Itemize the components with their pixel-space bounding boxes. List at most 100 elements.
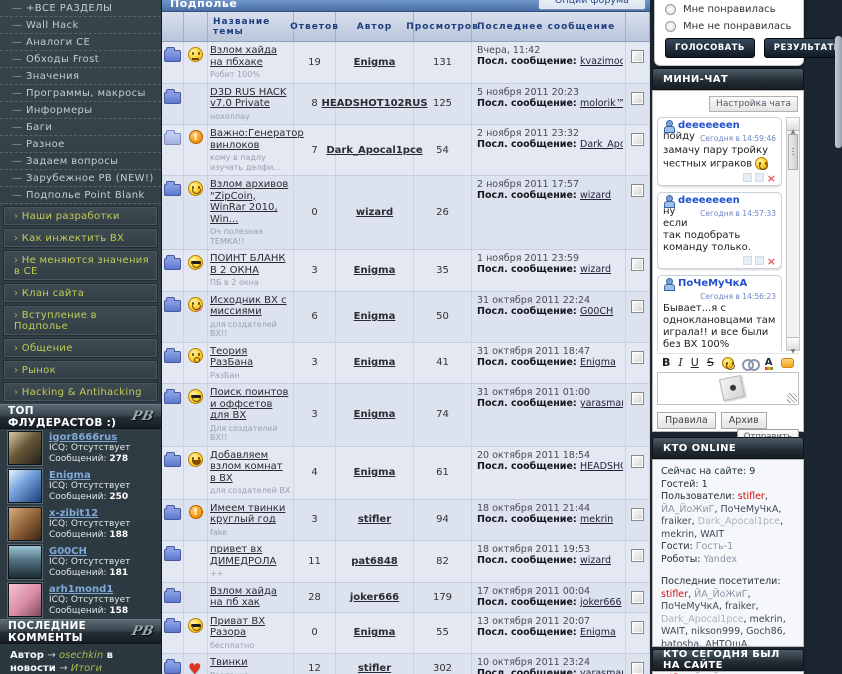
topic-checkbox[interactable] (631, 620, 644, 634)
author-link[interactable]: joker666 (350, 592, 399, 603)
online-user-link[interactable]: Goch86 (746, 626, 783, 637)
topic-link[interactable]: Теория РазБана (210, 346, 291, 369)
sidebar-section-item[interactable]: Разное (0, 136, 161, 153)
chat-username-link[interactable]: deeeeeeen (678, 120, 740, 131)
online-user-link[interactable]: ПоЧеМуЧкА (721, 504, 779, 515)
flooder-name-link[interactable]: Enigma (49, 470, 130, 481)
forum-options-button[interactable]: Опции форума (537, 0, 646, 10)
online-user-link[interactable]: stifler (661, 589, 688, 600)
avatar[interactable] (8, 545, 42, 579)
chat-username-link[interactable]: ПоЧеМуЧкА (678, 278, 747, 289)
author-link[interactable]: Enigma (354, 467, 396, 478)
quote-icon[interactable] (742, 255, 752, 265)
author-link[interactable]: Enigma (354, 409, 396, 420)
topic-checkbox[interactable] (631, 91, 644, 105)
online-user-link[interactable]: fraiker (725, 601, 756, 612)
sidebar-section-item[interactable]: Аналоги CE (0, 34, 161, 51)
smiley-picker-icon[interactable] (721, 356, 735, 370)
sidebar-section-item[interactable]: Задаем вопросы (0, 153, 161, 170)
topic-link[interactable]: ПОИНТ БЛАНК В 2 ОКНА (210, 253, 291, 276)
online-user-link[interactable]: Dark_Apocal1pce (698, 516, 780, 527)
last-post-user-link[interactable]: yarasman (580, 398, 623, 409)
topic-link[interactable]: Поиск поинтов и оффсетов для ВХ (210, 387, 291, 422)
delete-icon[interactable]: × (767, 172, 776, 185)
insert-link-icon[interactable] (741, 358, 760, 371)
last-post-user-link[interactable]: wizard (580, 264, 611, 275)
flooder-name-link[interactable]: x-zibit12 (49, 508, 130, 519)
online-user-link[interactable]: Dark_Apocal1pce (661, 614, 743, 625)
chat-input[interactable] (657, 372, 799, 405)
radio-button[interactable] (665, 21, 676, 32)
author-link[interactable]: stifler (358, 663, 391, 674)
author-link[interactable]: HEADSHOT102RUS (321, 98, 427, 109)
edit-icon[interactable] (754, 172, 764, 182)
topic-link[interactable]: Добавляем взлом комнат в ВХ (210, 450, 291, 485)
topic-checkbox[interactable] (631, 258, 644, 271)
chat-rules-button[interactable]: Правила (657, 412, 716, 429)
author-link[interactable]: Enigma (354, 627, 396, 638)
avatar[interactable] (8, 431, 42, 465)
topic-checkbox[interactable] (631, 590, 644, 604)
sidebar-forum-link[interactable]: Клан сайта (3, 283, 158, 303)
underline-button[interactable]: U (691, 356, 699, 370)
chat-settings-button[interactable]: Настройка чата (709, 96, 798, 112)
author-link[interactable]: Enigma (354, 357, 396, 368)
online-user-link[interactable]: mekrin (661, 529, 694, 540)
resize-handle[interactable] (787, 393, 797, 403)
last-post-user-link[interactable]: wizard (580, 190, 611, 201)
vote-button[interactable]: ГОЛОСОВАТЬ (665, 38, 755, 58)
author-link[interactable]: Enigma (354, 265, 396, 276)
sidebar-section-item[interactable]: Зарубежное PB (NEW!) (0, 170, 161, 187)
avatar[interactable] (8, 583, 42, 617)
edit-icon[interactable] (754, 255, 764, 265)
topic-link[interactable]: D3D RUS HACK v7.0 Private (210, 87, 291, 110)
column-views[interactable]: Просмотров (406, 12, 478, 41)
online-user-link[interactable]: ЙА_ЙоЖиГ (661, 504, 714, 515)
sidebar-section-item[interactable]: Wall Hack (0, 17, 161, 34)
sidebar-forum-link[interactable]: Вступление в Подполье (3, 305, 158, 336)
last-post-user-link[interactable]: HEADSHOT102RUS (580, 461, 623, 472)
online-user-link[interactable]: mekrin (750, 614, 783, 625)
last-post-user-link[interactable]: Enigma (580, 627, 616, 638)
sidebar-forum-link[interactable]: Наши разработки (3, 206, 158, 226)
chat-username-link[interactable]: deeeeeeen (678, 195, 740, 206)
author-link[interactable]: Dark_Apocal1pce (326, 145, 422, 156)
scrollbar-thumb[interactable] (788, 134, 798, 170)
column-last-post[interactable]: Последнее сообщение (472, 12, 626, 41)
avatar[interactable] (8, 507, 42, 541)
last-post-user-link[interactable]: mekrin (580, 514, 613, 525)
sidebar-forum-link[interactable]: Как инжектить ВХ (3, 228, 158, 248)
scroll-up-icon[interactable] (787, 118, 799, 131)
topic-checkbox[interactable] (631, 507, 644, 521)
topic-link[interactable]: Важно:Генератор винлоков (210, 128, 304, 151)
flooder-name-link[interactable]: igor8666rus (49, 432, 130, 443)
bold-button[interactable]: B (662, 356, 670, 370)
sidebar-section-item[interactable]: Баги (0, 119, 161, 136)
topic-link[interactable]: привет вх ДИМЕДРОЛА (210, 544, 291, 567)
online-user-link[interactable]: ЙА_ЙоЖиГ (694, 589, 747, 600)
delete-icon[interactable]: × (767, 255, 776, 268)
topic-link[interactable]: Взлом архивов "ZipCoin, WinRar 2010, Win… (210, 179, 291, 225)
online-user-link[interactable]: fraiker (661, 516, 692, 527)
sidebar-forum-link[interactable]: Общение (3, 338, 158, 358)
topic-checkbox[interactable] (631, 184, 644, 197)
author-link[interactable]: pat6848 (351, 556, 398, 567)
topic-checkbox[interactable] (631, 454, 644, 468)
last-post-user-link[interactable]: Enigma (580, 357, 616, 368)
topic-checkbox[interactable] (631, 392, 644, 405)
italic-button[interactable]: I (678, 356, 682, 370)
last-post-user-link[interactable]: molorik™ (580, 98, 623, 109)
chat-scrollbar[interactable] (786, 117, 800, 351)
topic-link[interactable]: Приват ВХ Разора (210, 616, 291, 639)
topic-link[interactable]: Имеем твинки круглый год (210, 503, 291, 526)
sidebar-section-item[interactable]: Программы, макросы (0, 85, 161, 102)
topic-link[interactable]: Исходник ВХ с миссиями (210, 295, 291, 318)
strikethrough-button[interactable]: S (707, 356, 714, 370)
topic-checkbox[interactable] (631, 133, 644, 146)
topic-link[interactable]: Взлом хайда на пбхаке (210, 45, 291, 68)
flooder-name-link[interactable]: G00CH (49, 546, 130, 557)
topic-checkbox[interactable] (631, 662, 644, 674)
author-link[interactable]: Enigma (354, 311, 396, 322)
breadcrumb[interactable]: Подполье (170, 0, 237, 10)
online-user-link[interactable]: stifler (738, 491, 765, 502)
